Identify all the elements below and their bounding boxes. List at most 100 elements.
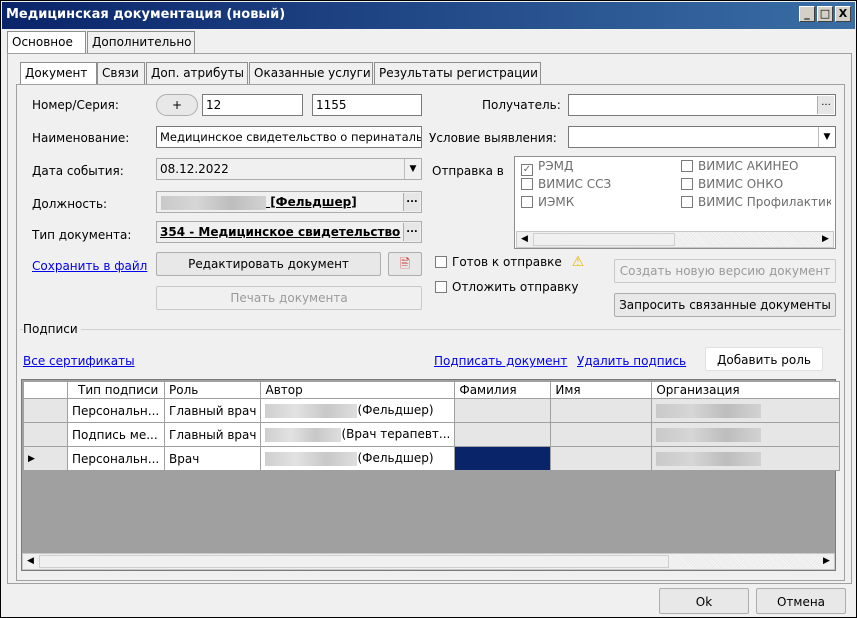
role-cell[interactable]: Главный врач: [163, 398, 262, 423]
blurred-organization: [656, 403, 762, 418]
position-input[interactable]: [Фельдшер] ...: [156, 191, 422, 213]
iemk-checkbox[interactable]: [521, 196, 533, 208]
ok-button[interactable]: Ok: [659, 588, 749, 614]
tab-extra-attributes[interactable]: Доп. атрибуты: [146, 62, 248, 84]
send-target-ssz[interactable]: ВИМИС ССЗ: [521, 177, 611, 191]
firstname-cell[interactable]: [550, 398, 653, 423]
row-selector[interactable]: [23, 398, 68, 423]
surname-cell[interactable]: [454, 422, 552, 447]
maximize-button[interactable]: □: [817, 6, 833, 22]
organization-cell[interactable]: [651, 398, 841, 423]
title-bar[interactable]: Медицинская документация (новый) _ □ X: [2, 2, 855, 29]
date-dropdown-icon[interactable]: ▼: [404, 159, 421, 179]
table-row[interactable]: ▶ Персональн... Врач (Фельдшер): [23, 446, 841, 471]
recipient-label: Получатель:: [482, 98, 561, 112]
signatures-table: Тип подписи Роль Автор Фамилия Имя Орган…: [23, 381, 841, 471]
postpone-send-option[interactable]: Отложить отправку: [435, 280, 579, 294]
sign-document-link[interactable]: Подписать документ: [434, 354, 567, 368]
table-row[interactable]: Подпись ме... Главный врач (Врач терапев…: [23, 422, 841, 447]
scroll-right-icon[interactable]: ▶: [819, 554, 834, 569]
create-new-version-button[interactable]: Создать новую версию документ: [614, 259, 836, 283]
condition-select[interactable]: ▼: [568, 126, 836, 148]
send-target-prof[interactable]: ВИМИС Профилактика: [681, 195, 831, 209]
add-role-button[interactable]: Добавить роль: [705, 347, 823, 371]
role-cell[interactable]: Главный врач: [163, 422, 262, 447]
onko-checkbox[interactable]: [681, 178, 693, 190]
add-number-button[interactable]: +: [156, 94, 198, 116]
send-target-label: ИЭМК: [538, 195, 575, 209]
all-certificates-link[interactable]: Все сертификаты: [23, 354, 135, 368]
recipient-input[interactable]: ...: [568, 94, 836, 116]
signature-type-cell[interactable]: Персональн...: [67, 398, 165, 423]
position-select-button[interactable]: ...: [403, 193, 420, 211]
ready-to-send-checkbox[interactable]: [435, 256, 447, 268]
column-header[interactable]: Роль: [163, 381, 262, 399]
tab-registration-results[interactable]: Результаты регистрации: [374, 62, 541, 84]
request-related-button[interactable]: Запросить связанные документы: [614, 293, 836, 317]
ssz-checkbox[interactable]: [521, 178, 533, 190]
table-scrollbar[interactable]: ◀ ▶: [22, 553, 835, 570]
delete-signature-link[interactable]: Удалить подпись: [577, 354, 686, 368]
send-target-remd[interactable]: ✓ РЭМД: [521, 159, 573, 176]
series-input[interactable]: 1155: [312, 94, 422, 116]
condition-dropdown-icon[interactable]: ▼: [818, 127, 835, 147]
organization-cell[interactable]: [651, 422, 841, 447]
position-label: Должность:: [32, 197, 108, 211]
send-target-iemk[interactable]: ИЭМК: [521, 195, 574, 209]
number-input[interactable]: 12: [202, 94, 303, 116]
ready-to-send-option[interactable]: Готов к отправке ⚠: [435, 254, 584, 270]
surname-cell[interactable]: [454, 398, 552, 423]
author-cell[interactable]: (Врач терапевт...: [260, 422, 456, 447]
edit-document-button[interactable]: Редактировать документ: [156, 252, 381, 276]
signature-type-cell[interactable]: Подпись ме...: [67, 422, 165, 447]
scroll-thumb[interactable]: [39, 555, 669, 568]
current-row-indicator-icon[interactable]: ▶: [23, 446, 68, 471]
send-target-akineo[interactable]: ВИМИС АКИНЕО: [681, 159, 799, 173]
name-label: Наименование:: [32, 131, 130, 145]
column-header[interactable]: Фамилия: [454, 381, 552, 399]
close-button[interactable]: X: [835, 6, 851, 22]
firstname-cell[interactable]: [550, 446, 653, 471]
sign-pdf-button[interactable]: 🖹: [388, 252, 422, 276]
name-input[interactable]: Медицинское свидетельство о перинатальн: [156, 126, 422, 148]
scroll-left-icon[interactable]: ◀: [517, 232, 532, 247]
firstname-cell[interactable]: [550, 422, 653, 447]
author-suffix: (Фельдшер): [357, 451, 434, 466]
cancel-button[interactable]: Отмена: [756, 588, 846, 614]
surname-cell-selected[interactable]: [454, 446, 552, 471]
remd-checkbox[interactable]: ✓: [521, 164, 533, 176]
print-document-button[interactable]: Печать документа: [156, 286, 422, 310]
tab-document[interactable]: Документ: [20, 62, 97, 84]
doctype-input[interactable]: 354 - Медицинское свидетельство ...: [156, 221, 422, 243]
akineo-checkbox[interactable]: [681, 160, 693, 172]
recipient-select-button[interactable]: ...: [817, 96, 834, 114]
scroll-right-icon[interactable]: ▶: [818, 232, 833, 247]
signature-type-cell[interactable]: Персональн...: [67, 446, 165, 471]
prof-checkbox[interactable]: [681, 196, 693, 208]
table-row[interactable]: Персональн... Главный врач (Фельдшер): [23, 398, 841, 423]
organization-cell[interactable]: [651, 446, 841, 471]
doctype-select-button[interactable]: ...: [403, 223, 420, 241]
date-input[interactable]: 08.12.2022 ▼: [156, 158, 422, 180]
send-target-onko[interactable]: ВИМИС ОНКО: [681, 177, 783, 191]
author-cell[interactable]: (Фельдшер): [260, 398, 456, 423]
postpone-send-checkbox[interactable]: [435, 281, 447, 293]
send-targets-scrollbar[interactable]: ◀ ▶: [516, 231, 834, 248]
ready-to-send-label: Готов к отправке: [452, 255, 562, 269]
tab-additional[interactable]: Дополнительно: [87, 31, 195, 53]
column-header[interactable]: Автор: [260, 381, 456, 399]
date-value: 08.12.2022: [160, 162, 229, 176]
tab-services[interactable]: Оказанные услуги: [249, 62, 373, 84]
column-header[interactable]: Организация: [651, 381, 841, 399]
scroll-left-icon[interactable]: ◀: [23, 554, 38, 569]
author-cell[interactable]: (Фельдшер): [260, 446, 456, 471]
minimize-button[interactable]: _: [799, 6, 815, 22]
column-header[interactable]: Тип подписи: [67, 381, 165, 399]
column-header[interactable]: Имя: [550, 381, 653, 399]
tab-main[interactable]: Основное: [7, 31, 86, 53]
role-cell[interactable]: Врач: [163, 446, 262, 471]
scroll-thumb[interactable]: [533, 233, 675, 246]
save-to-file-link[interactable]: Сохранить в файл: [32, 259, 147, 273]
tab-links[interactable]: Связи: [97, 62, 145, 84]
row-selector[interactable]: [23, 422, 68, 447]
